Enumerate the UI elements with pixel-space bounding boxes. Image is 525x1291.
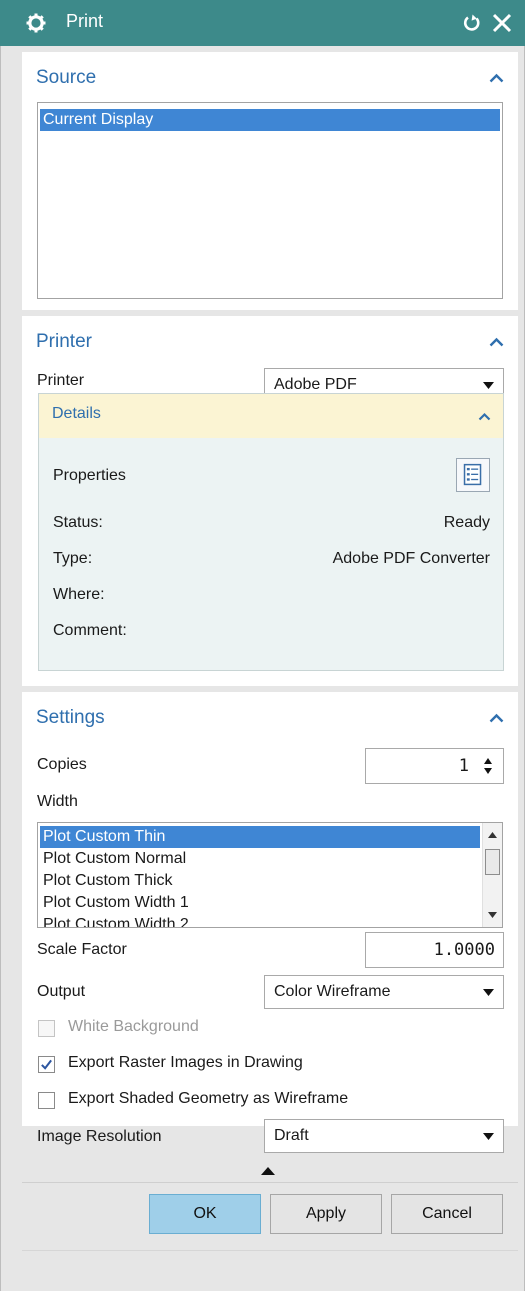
chevron-up-icon[interactable] [489, 713, 504, 723]
image-resolution-dropdown[interactable]: Draft [264, 1119, 504, 1153]
properties-label: Properties [53, 467, 126, 484]
scroll-up-arrow-icon[interactable] [488, 832, 497, 838]
output-dropdown-value: Color Wireframe [274, 983, 391, 1000]
settings-section-title[interactable]: Settings [36, 707, 105, 729]
status-value: Ready [443, 514, 490, 531]
image-resolution-label: Image Resolution [37, 1128, 162, 1145]
title-bar: Print [0, 0, 525, 46]
copies-value: 1 [458, 756, 469, 776]
chevron-up-icon[interactable] [478, 412, 491, 421]
width-list-item[interactable]: Plot Custom Normal [40, 848, 480, 870]
width-list-item[interactable]: Plot Custom Thin [40, 826, 480, 848]
source-list-item[interactable]: Current Display [40, 109, 500, 131]
source-list[interactable]: Current Display [37, 102, 503, 299]
footer-bottom-line [22, 1250, 518, 1251]
reset-icon[interactable] [462, 13, 482, 33]
comment-label: Comment: [53, 622, 127, 639]
width-list-scrollbar[interactable] [482, 823, 502, 927]
width-list-item[interactable]: Plot Custom Width 1 [40, 892, 480, 914]
export-raster-label: Export Raster Images in Drawing [68, 1054, 303, 1071]
width-list-item[interactable]: Plot Custom Thick [40, 870, 480, 892]
copies-label: Copies [37, 756, 87, 773]
close-icon[interactable] [491, 12, 513, 34]
chevron-up-icon[interactable] [489, 337, 504, 347]
details-title: Details [52, 405, 101, 422]
scroll-down-arrow-icon[interactable] [488, 912, 497, 918]
width-list[interactable]: Plot Custom Thin Plot Custom Normal Plot… [37, 822, 503, 928]
export-shaded-checkbox[interactable] [38, 1092, 55, 1109]
printer-label: Printer [37, 372, 85, 389]
gear-icon [26, 13, 46, 33]
footer-separator [22, 1182, 518, 1183]
white-background-label: White Background [68, 1018, 199, 1035]
triangle-up-icon[interactable] [261, 1167, 275, 1175]
scale-factor-label: Scale Factor [37, 941, 127, 958]
output-label: Output [37, 983, 86, 1000]
up-down-arrows-icon[interactable] [483, 756, 493, 776]
details-header[interactable]: Details [39, 394, 503, 438]
properties-list-icon [463, 463, 482, 486]
type-label: Type: [53, 550, 93, 567]
where-label: Where: [53, 586, 105, 603]
printer-section: Printer Printer Adobe PDF Details Proper… [22, 316, 518, 686]
image-resolution-value: Draft [274, 1127, 309, 1144]
window-title: Print [66, 11, 104, 31]
status-label: Status: [53, 514, 103, 531]
source-section: Source Current Display [22, 52, 518, 310]
properties-button[interactable] [456, 458, 490, 492]
export-raster-checkbox[interactable] [38, 1056, 55, 1073]
details-group: Details Properties Status: Ready Type: A… [38, 393, 504, 671]
export-shaded-label: Export Shaded Geometry as Wireframe [68, 1090, 349, 1107]
output-dropdown[interactable]: Color Wireframe [264, 975, 504, 1009]
scrollbar-thumb[interactable] [485, 849, 500, 875]
white-background-checkbox[interactable] [38, 1020, 55, 1037]
triangle-down-icon [483, 989, 494, 996]
printer-section-title[interactable]: Printer [36, 331, 92, 353]
cancel-button[interactable]: Cancel [391, 1194, 503, 1234]
source-section-title[interactable]: Source [36, 67, 96, 89]
width-list-item[interactable]: Plot Custom Width 2 [40, 914, 480, 927]
scale-factor-value: 1.0000 [433, 940, 495, 960]
triangle-down-icon [483, 1133, 494, 1140]
ok-button[interactable]: OK [149, 1194, 261, 1234]
width-label: Width [37, 793, 78, 810]
checkmark-icon [41, 1059, 52, 1070]
triangle-down-icon [483, 382, 494, 389]
settings-section: Settings Copies 1 Width Plot Custom Thin… [22, 692, 518, 1126]
copies-spinner[interactable]: 1 [365, 748, 504, 784]
scale-factor-input[interactable]: 1.0000 [365, 932, 504, 968]
type-value: Adobe PDF Converter [332, 550, 490, 567]
apply-button[interactable]: Apply [270, 1194, 382, 1234]
chevron-up-icon[interactable] [489, 73, 504, 83]
printer-dropdown-value: Adobe PDF [274, 376, 357, 393]
